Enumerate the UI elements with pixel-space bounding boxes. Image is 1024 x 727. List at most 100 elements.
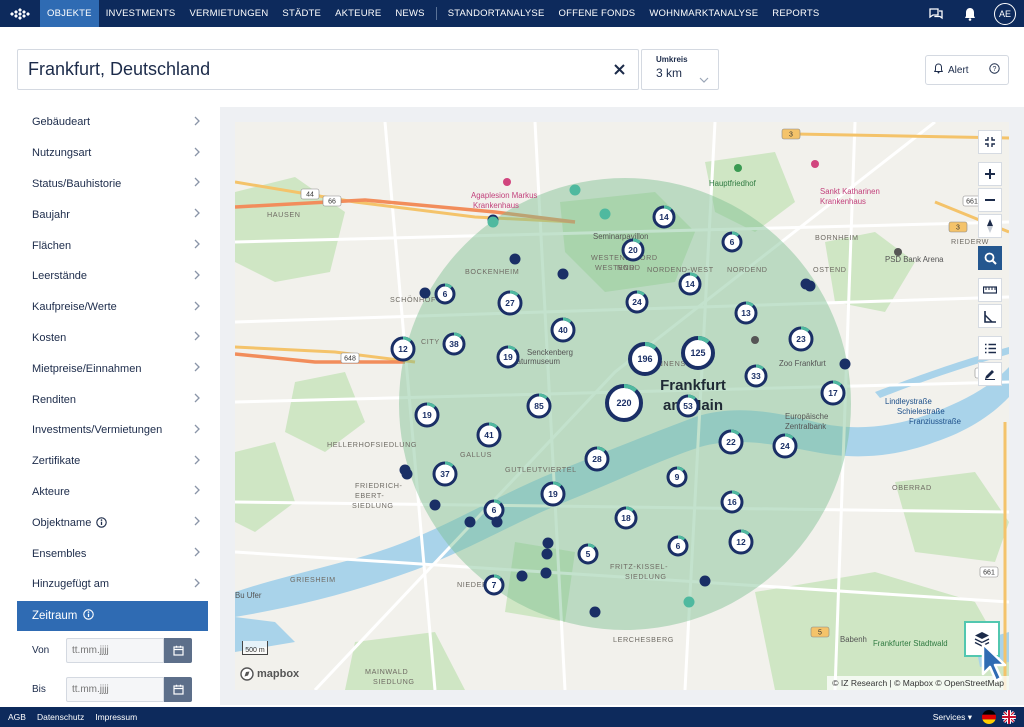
single-marker[interactable] [401,468,413,480]
cluster-marker[interactable]: 19 [496,345,520,369]
help-icon[interactable]: ? [989,63,1000,77]
cluster-marker[interactable]: 125 [681,336,715,370]
calendar-icon[interactable] [164,637,192,663]
cluster-marker[interactable]: 23 [788,326,814,352]
filter-item[interactable]: Status/Bauhistorie [17,169,208,200]
single-marker[interactable] [516,570,528,582]
single-marker-teal[interactable] [487,216,499,228]
radius-select[interactable]: Umkreis 3 km [641,49,719,90]
nav-objekte[interactable]: OBJEKTE [40,0,99,27]
cluster-marker[interactable]: 9 [666,466,688,488]
cluster-marker[interactable]: 53 [676,394,700,418]
bell-icon[interactable] [960,4,980,24]
map-canvas[interactable]: 6664833661661661445 HAUSENBOCKENHEIMWEST… [235,122,1009,690]
cluster-marker[interactable]: 38 [442,332,466,356]
single-marker[interactable] [429,499,441,511]
zoom-out-icon[interactable] [978,188,1002,212]
cluster-marker[interactable]: 12 [390,336,416,362]
filter-item[interactable]: Flächen [17,230,208,261]
map-view[interactable]: 6664833661661661445 HAUSENBOCKENHEIMWEST… [235,122,1009,690]
cluster-marker[interactable]: 7 [483,574,505,596]
cluster-marker[interactable]: 17 [820,380,846,406]
cluster-marker[interactable]: 14 [678,272,702,296]
single-marker[interactable] [419,287,431,299]
cluster-marker[interactable]: 20 [621,238,645,262]
single-marker[interactable] [542,537,554,549]
filter-item[interactable]: Kosten [17,323,208,354]
cluster-marker[interactable]: 12 [728,529,754,555]
cluster-marker[interactable]: 6 [483,499,505,521]
footer-link-impressum[interactable]: Impressum [95,712,137,722]
poi-pin-icon[interactable] [894,248,902,256]
cluster-marker[interactable]: 6 [667,535,689,557]
nav-offene-fonds[interactable]: OFFENE FONDS [551,0,642,27]
cluster-marker[interactable]: 220 [605,384,643,422]
cluster-marker[interactable]: 27 [497,290,523,316]
cluster-marker[interactable]: 196 [628,342,662,376]
search-zoom-icon[interactable] [978,246,1002,270]
ruler-icon[interactable] [978,278,1002,302]
list-icon[interactable] [978,336,1002,360]
single-marker[interactable] [589,606,601,618]
cluster-marker[interactable]: 37 [432,461,458,487]
filter-item[interactable]: Renditen [17,384,208,415]
single-marker[interactable] [491,516,503,528]
filter-item[interactable]: Hinzugefügt am [17,569,208,600]
single-marker[interactable] [464,516,476,528]
filter-item[interactable]: Investments/Vermietungen [17,415,208,446]
date-input-von[interactable] [66,637,164,663]
filter-item[interactable]: Mietpreise/Einnahmen [17,353,208,384]
pen-icon[interactable] [978,362,1002,386]
single-marker-teal[interactable] [683,596,695,608]
filter-item[interactable]: Ensembles [17,538,208,569]
clear-icon[interactable] [610,61,628,79]
cluster-marker[interactable]: 22 [718,429,744,455]
cluster-marker[interactable]: 19 [414,402,440,428]
single-marker[interactable] [699,575,711,587]
user-avatar[interactable]: AE [994,2,1016,25]
filter-item[interactable]: Nutzungsart [17,138,208,169]
nav-wohnmarktanalyse[interactable]: WOHNMARKTANALYSE [642,0,765,27]
nav-vermietungen[interactable]: VERMIETUNGEN [182,0,275,27]
cluster-marker[interactable]: 33 [744,364,768,388]
zeitraum-section-header[interactable]: Zeitraum [17,600,208,631]
cluster-marker[interactable]: 41 [476,422,502,448]
filter-item[interactable]: Akteure [17,477,208,508]
cluster-marker[interactable]: 19 [540,481,566,507]
iz-logo-icon[interactable] [0,0,40,27]
services-menu[interactable]: Services ▾ [933,712,972,723]
uk-flag-icon[interactable] [1002,710,1016,724]
chat-icon[interactable] [926,4,946,24]
nav-reports[interactable]: REPORTS [765,0,826,27]
cluster-marker[interactable]: 24 [772,433,798,459]
footer-link-agb[interactable]: AGB [8,712,26,722]
single-marker-teal[interactable] [599,208,611,220]
single-marker[interactable] [557,268,569,280]
filter-item[interactable]: Objektname [17,507,208,538]
cluster-marker[interactable]: 85 [526,393,552,419]
poi-pin-icon[interactable] [811,160,819,168]
collapse-icon[interactable] [978,130,1002,154]
compass-icon[interactable] [978,214,1002,238]
filter-item[interactable]: Zertifikate [17,446,208,477]
filter-item[interactable]: Gebäudeart [17,107,208,138]
single-marker[interactable] [839,358,851,370]
filter-item[interactable]: Baujahr [17,199,208,230]
single-marker-teal[interactable] [569,184,581,196]
date-input-bis[interactable] [66,676,164,702]
poi-pin-icon[interactable] [503,178,511,186]
single-marker[interactable] [540,567,552,579]
cluster-marker[interactable]: 6 [434,283,456,305]
cluster-marker[interactable]: 40 [550,317,576,343]
filter-item[interactable]: Kaufpreise/Werte [17,292,208,323]
footer-link-datenschutz[interactable]: Datenschutz [37,712,84,722]
cluster-marker[interactable]: 18 [614,506,638,530]
single-marker[interactable] [804,280,816,292]
nav-staedte[interactable]: STÄDTE [275,0,328,27]
cluster-marker[interactable]: 16 [720,490,744,514]
cluster-marker[interactable]: 6 [721,231,743,253]
cluster-marker[interactable]: 28 [584,446,610,472]
cluster-marker[interactable]: 24 [625,290,649,314]
nav-standortanalyse[interactable]: STANDORTANALYSE [441,0,552,27]
de-flag-icon[interactable] [982,710,996,724]
